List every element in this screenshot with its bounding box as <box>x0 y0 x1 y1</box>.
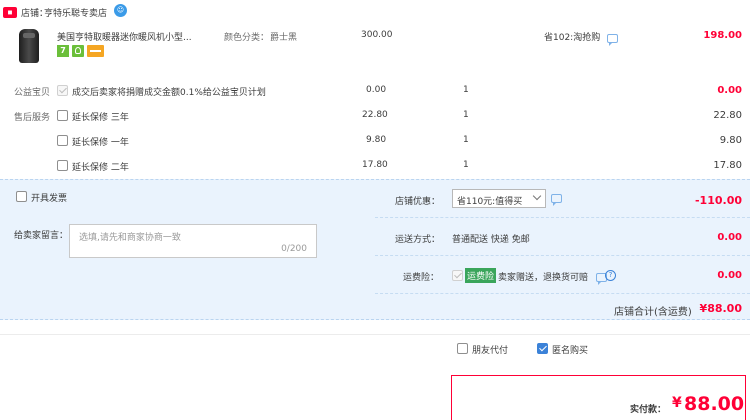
insurance-label: 运费险： <box>403 273 440 283</box>
payment-summary-box: 实付款： ¥ 88.00 <box>451 375 746 420</box>
charity-text: 成交后卖家将捐赠成交金额0.1%给公益宝贝计划 <box>72 88 266 98</box>
service-row: 延长保修 一年 9.80 1 9.80 <box>0 130 750 152</box>
service-subtotal: 22.80 <box>713 110 742 121</box>
service-qty: 1 <box>463 135 469 145</box>
friend-pay-checkbox[interactable] <box>457 343 468 354</box>
discount-select[interactable]: 省110元:值得买 <box>452 189 546 208</box>
service-checkbox[interactable] <box>57 160 68 171</box>
promo-comment-icon[interactable] <box>607 34 618 46</box>
anonymous-label: 匿名购买 <box>552 346 589 356</box>
promo-text: 省102:淘抢购 <box>544 33 601 43</box>
friend-pay-label: 朋友代付 <box>472 346 509 356</box>
insurance-tag: 运费险 <box>465 268 497 283</box>
charity-checkbox[interactable] <box>57 85 68 96</box>
product-price: 300.00 <box>361 30 393 40</box>
discount-label: 店铺优惠： <box>395 197 441 207</box>
message-counter: 0/200 <box>281 244 307 254</box>
service-qty: 1 <box>463 110 469 120</box>
payment-amount: 88.00 <box>684 393 745 415</box>
discount-selected-value: 省110元:值得买 <box>457 197 523 207</box>
discount-amount: -110.00 <box>694 194 742 207</box>
service-name: 延长保修 二年 <box>72 163 129 173</box>
delivery-section: 运送方式： 普通配送 快递 免邮 0.00 <box>375 218 750 256</box>
order-options-panel: 开具发票 店铺优惠： 省110元:值得买 -110.00 给卖家留言： 选填,请… <box>0 179 750 320</box>
delivery-amount: 0.00 <box>717 232 742 243</box>
insurance-amount: 0.00 <box>717 270 742 281</box>
service-name: 延长保修 一年 <box>72 138 129 148</box>
shop-total-amount: ¥88.00 <box>699 302 742 315</box>
spec-label: 颜色分类： <box>224 33 270 43</box>
help-icon[interactable]: ? <box>605 270 616 281</box>
charity-price: 0.00 <box>366 85 387 95</box>
service-price: 9.80 <box>366 135 387 145</box>
service-price: 17.80 <box>362 160 388 170</box>
guarantee-icon[interactable] <box>72 45 84 57</box>
invoice-label: 开具发票 <box>31 194 68 204</box>
insurance-section: 运费险： 运费险 卖家赠送，退换货可赔 ? 0.00 <box>375 256 750 294</box>
seven-day-return-badge[interactable]: 7 <box>57 45 69 57</box>
service-checkbox[interactable] <box>57 110 68 121</box>
charity-qty: 1 <box>463 85 469 95</box>
insurance-text: 卖家赠送，退换货可赔 <box>498 273 589 283</box>
credit-card-icon[interactable] <box>87 45 104 57</box>
shop-name-link[interactable]: 亨特乐聪专卖店 <box>44 6 107 19</box>
product-image[interactable] <box>14 27 44 65</box>
order-extra-options: 朋友代付 匿名购买 <box>0 334 750 362</box>
anonymous-checkbox[interactable] <box>537 343 548 354</box>
service-subtotal: 9.80 <box>719 135 742 146</box>
shop-total-label: 店铺合计(含运费) <box>614 307 692 318</box>
charity-subtotal: 0.00 <box>717 85 742 96</box>
payment-currency: ¥ <box>672 395 682 411</box>
message-label: 给卖家留言： <box>14 231 69 241</box>
delivery-value: 普通配送 快递 免邮 <box>452 235 530 245</box>
spec-value: 爵士黑 <box>270 33 298 43</box>
chevron-down-icon <box>532 191 542 201</box>
charity-label: 公益宝贝 <box>14 88 51 98</box>
product-row: 美国亨特取暖器迷你暖风机小型... 颜色分类： 爵士黑 7 300.00 省10… <box>0 24 750 74</box>
message-textarea[interactable]: 选填,请先和商家协商一致 0/200 <box>69 224 317 258</box>
service-qty: 1 <box>463 160 469 170</box>
payment-label: 实付款： <box>630 405 667 415</box>
product-title-link[interactable]: 美国亨特取暖器迷你暖风机小型... <box>57 30 222 43</box>
discount-section: 店铺优惠： 省110元:值得买 -110.00 <box>375 180 750 218</box>
service-row: 延长保修 三年 22.80 1 22.80 <box>0 105 750 127</box>
service-checkbox[interactable] <box>57 135 68 146</box>
invoice-checkbox[interactable] <box>16 191 27 202</box>
service-subtotal: 17.80 <box>713 160 742 171</box>
service-name: 延长保修 三年 <box>72 113 129 123</box>
message-placeholder: 选填,请先和商家协商一致 <box>79 233 181 243</box>
tmall-shop-icon: ◼ <box>3 7 17 18</box>
chat-icon[interactable]: ☺ <box>114 4 127 17</box>
product-subtotal: 198.00 <box>703 30 742 41</box>
discount-comment-icon[interactable] <box>551 194 562 206</box>
service-row: 延长保修 二年 17.80 1 17.80 <box>0 155 750 177</box>
charity-row: 公益宝贝 成交后卖家将捐赠成交金额0.1%给公益宝贝计划 0.00 1 0.00 <box>0 80 750 102</box>
shop-header: ◼ 店铺： 亨特乐聪专卖店 ☺ <box>0 0 750 24</box>
delivery-label: 运送方式： <box>395 235 441 245</box>
insurance-checkbox[interactable] <box>452 270 463 281</box>
service-price: 22.80 <box>362 110 388 120</box>
